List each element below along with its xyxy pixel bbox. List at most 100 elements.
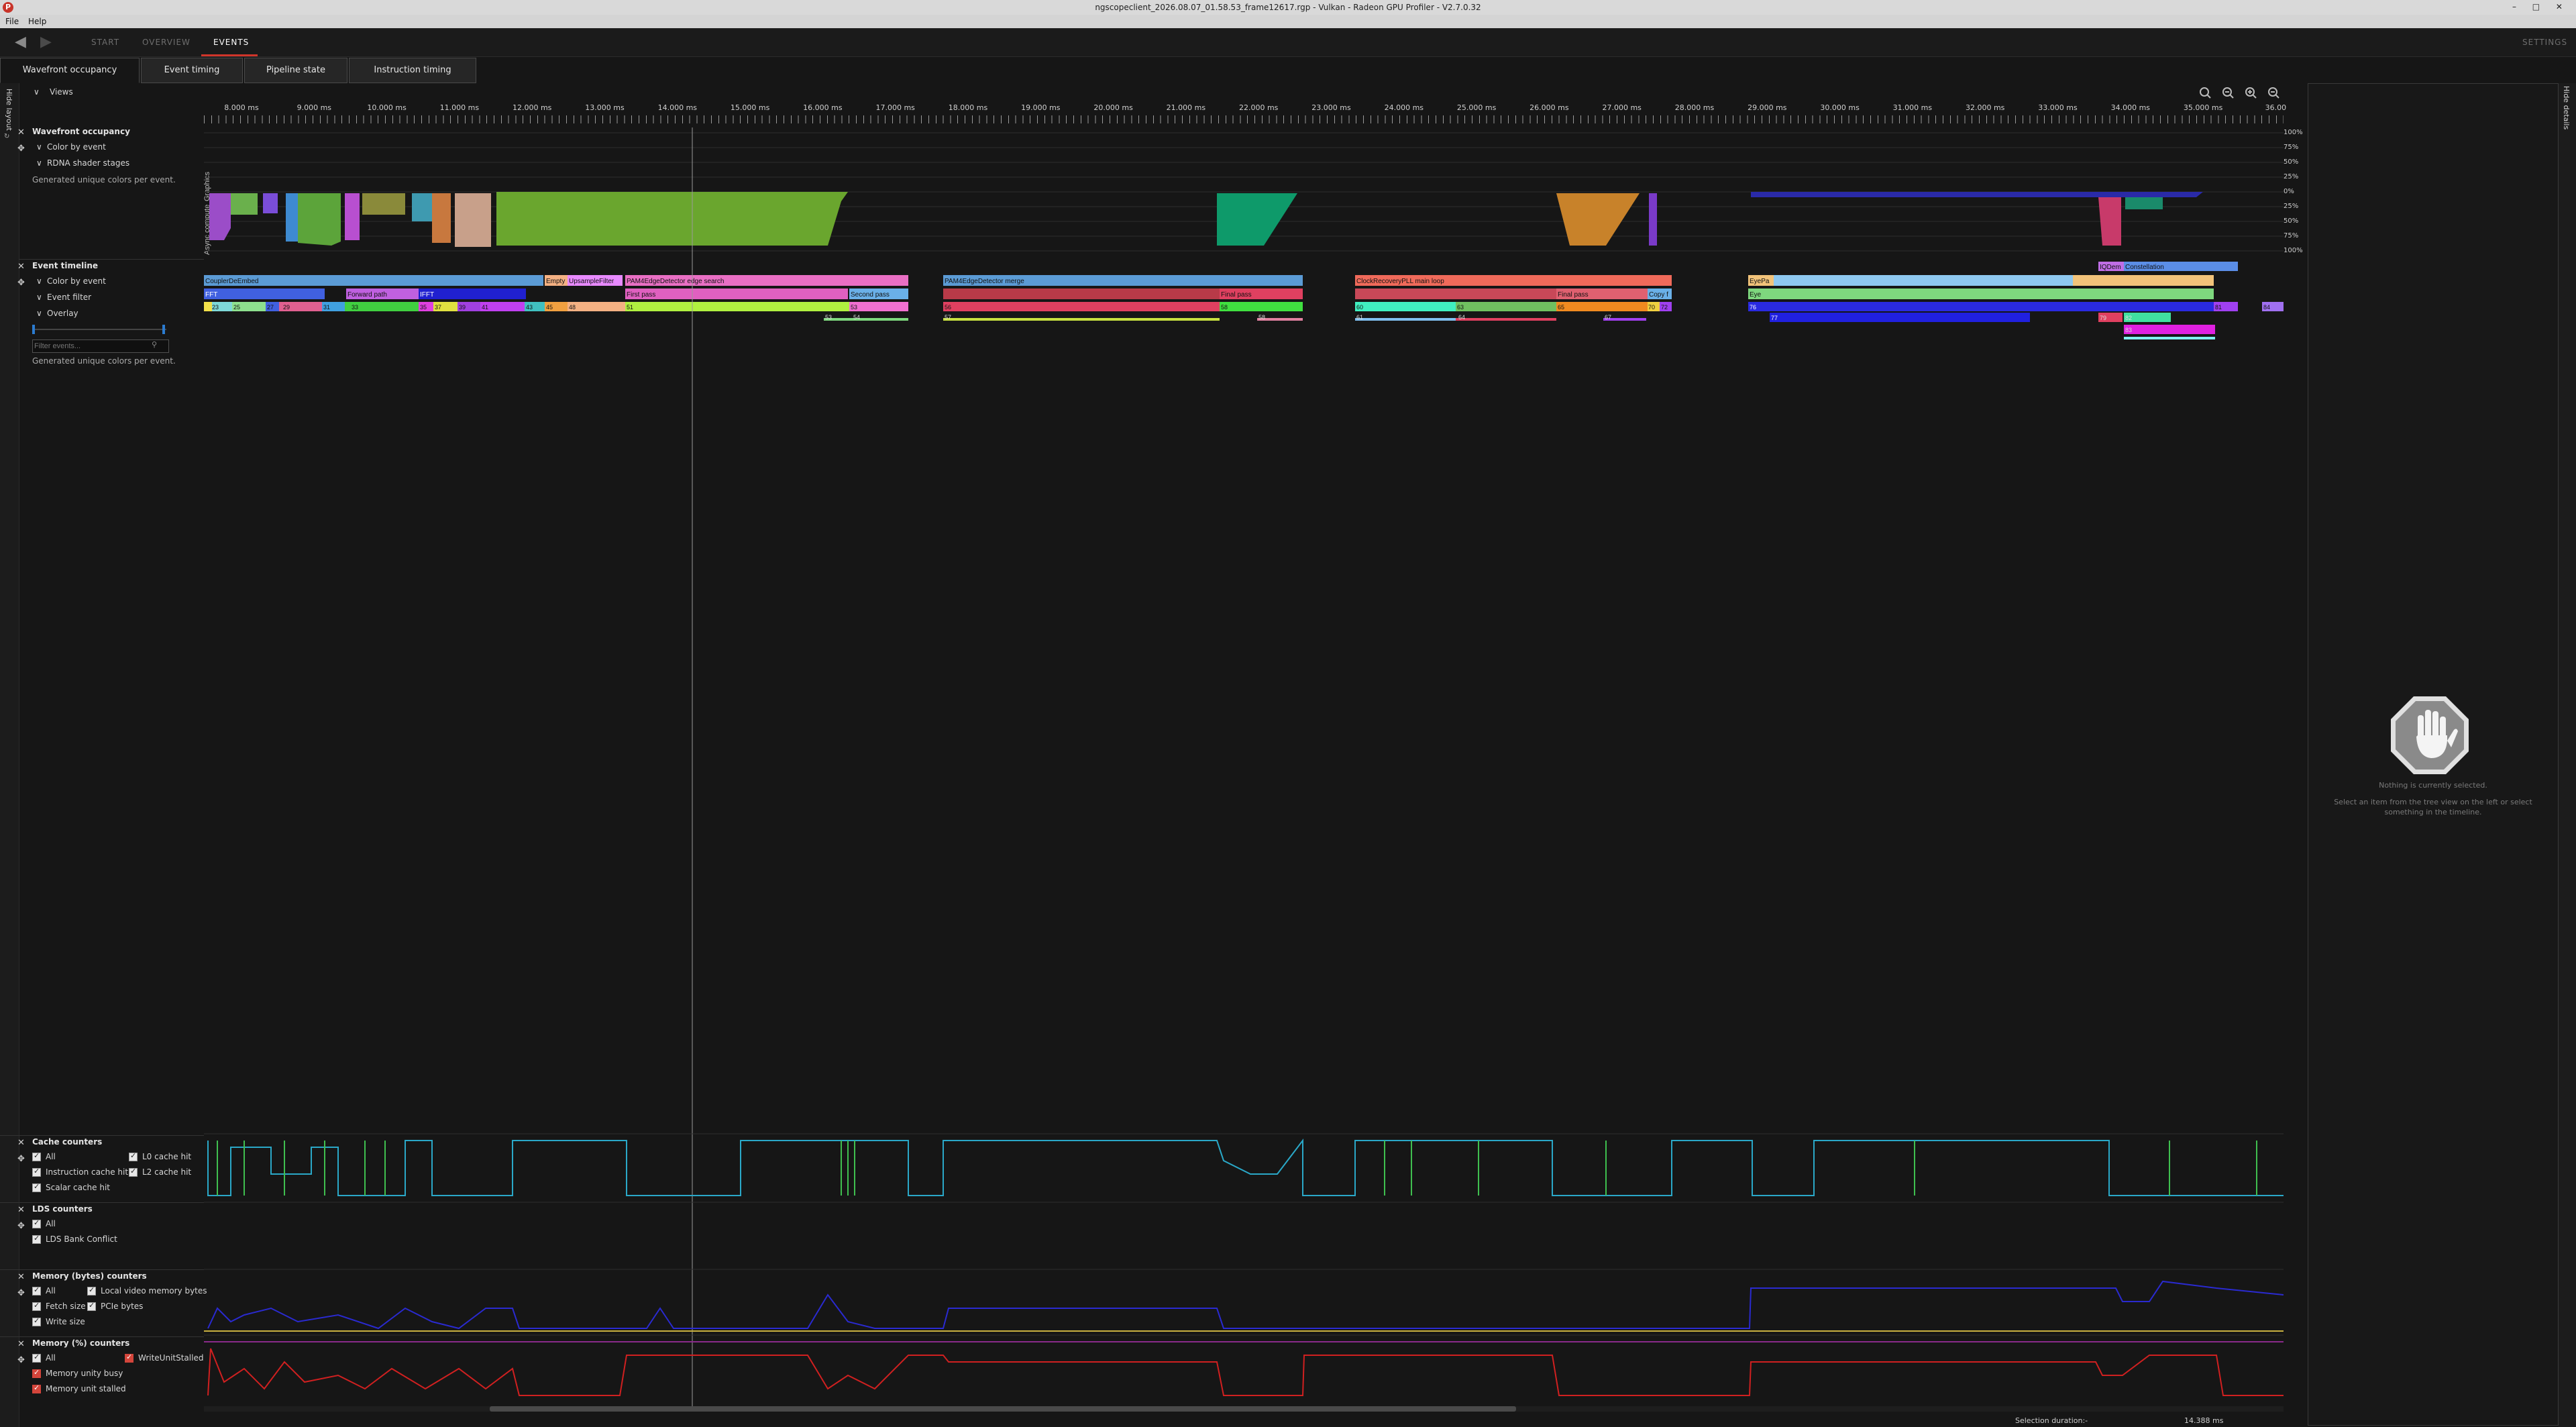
close-icon[interactable]: ✕	[17, 127, 25, 138]
sub-dispatch[interactable]	[943, 318, 1220, 321]
slider-handle-right[interactable]	[162, 325, 165, 334]
move-icon[interactable]: ✥	[17, 1221, 25, 1231]
checkbox-mem-all[interactable]	[32, 1285, 41, 1296]
sub-dispatch[interactable]	[2124, 325, 2215, 334]
zoom-in-icon[interactable]	[2245, 87, 2257, 99]
event-filter-slider[interactable]	[32, 325, 166, 334]
color-by-event-option[interactable]: Color by event	[47, 276, 106, 286]
checkbox-mempct-all[interactable]	[32, 1353, 41, 1363]
sub-dispatch[interactable]	[824, 318, 908, 321]
time-ruler[interactable]: 8.000 ms 9.000 ms 10.000 ms 11.000 ms 12.000…	[204, 101, 2286, 127]
views-label[interactable]: Views	[50, 87, 73, 97]
sub-dispatch[interactable]	[2124, 337, 2215, 339]
mem-all-label[interactable]: All	[46, 1286, 56, 1296]
event-timeline[interactable]: CouplerDeEmbed Empty UpsampleFilter PAM4…	[204, 262, 2284, 339]
tab-start[interactable]: START	[91, 38, 119, 47]
chevron-down-icon[interactable]: ∨	[36, 293, 42, 302]
close-icon[interactable]: ✕	[17, 1339, 25, 1349]
checkbox-l0-cache-hit[interactable]	[129, 1151, 138, 1161]
close-icon[interactable]: ✕	[17, 262, 25, 272]
color-by-event-option[interactable]: Color by event	[47, 142, 106, 152]
scrollbar-thumb[interactable]	[490, 1406, 1516, 1412]
checkbox-write-size[interactable]	[32, 1316, 41, 1326]
checkbox-l2-cache-hit[interactable]	[129, 1167, 138, 1177]
filter-events-input[interactable]	[32, 339, 169, 353]
dispatch-block[interactable]	[849, 302, 908, 311]
move-icon[interactable]: ✥	[17, 1288, 25, 1298]
dispatch-block[interactable]	[1220, 302, 1303, 311]
dispatch-block[interactable]	[1355, 302, 1456, 311]
event-filter-option[interactable]: Event filter	[47, 293, 91, 302]
move-icon[interactable]: ✥	[17, 144, 25, 154]
hide-layout-strip[interactable]: Hide layout ↻	[0, 83, 19, 1427]
zoom-out-icon[interactable]	[2268, 87, 2279, 99]
forward-arrow-icon[interactable]: ▶	[40, 34, 52, 50]
zoom-reset-icon[interactable]	[2222, 87, 2234, 99]
close-icon[interactable]: ✕	[17, 1138, 25, 1148]
write-unit-stalled-label[interactable]: WriteUnitStalled	[138, 1353, 203, 1363]
dispatch-block[interactable]	[568, 302, 625, 311]
overlay-option[interactable]: Overlay	[47, 309, 78, 318]
back-arrow-icon[interactable]: ◀	[15, 34, 26, 50]
chevron-down-icon[interactable]: ∨	[36, 276, 42, 286]
memory-bytes-graph[interactable]	[204, 1280, 2284, 1332]
move-icon[interactable]: ✥	[17, 278, 25, 288]
slider-handle-left[interactable]	[32, 325, 35, 334]
dispatch-row[interactable]	[204, 302, 2284, 311]
dispatch-block[interactable]	[943, 302, 1220, 311]
checkbox-fetch-size[interactable]	[32, 1301, 41, 1311]
menu-help[interactable]: Help	[28, 17, 46, 26]
checkbox-scalar-cache-hit[interactable]	[32, 1182, 41, 1192]
subtab-event-timing[interactable]: Event timing	[141, 58, 243, 83]
refresh-icon[interactable]: ↻	[4, 133, 9, 140]
window-controls[interactable]: – □ ✕	[2512, 2, 2569, 11]
checkbox-local-video-memory-bytes[interactable]	[87, 1285, 96, 1296]
scalar-cache-hit-label[interactable]: Scalar cache hit	[46, 1183, 110, 1192]
move-icon[interactable]: ✥	[17, 1154, 25, 1164]
rdna-shader-stages-option[interactable]: RDNA shader stages	[47, 158, 129, 168]
dispatch-block[interactable]	[625, 302, 849, 311]
dispatch-block[interactable]	[1456, 302, 1556, 311]
fetch-size-label[interactable]: Fetch size	[46, 1302, 86, 1311]
l0-cache-hit-label[interactable]: L0 cache hit	[142, 1152, 191, 1161]
event-bar-ifft[interactable]	[419, 288, 526, 299]
chevron-down-icon[interactable]: ∨	[36, 158, 42, 168]
event-bar-fft[interactable]	[204, 288, 325, 299]
local-video-memory-bytes-label[interactable]: Local video memory bytes	[101, 1286, 207, 1296]
zoom-to-selection-icon[interactable]	[2200, 87, 2211, 99]
checkbox-write-unit-stalled[interactable]	[125, 1353, 133, 1363]
dispatch-block[interactable]	[1748, 302, 2214, 311]
hide-layout-label[interactable]: Hide layout	[5, 89, 13, 131]
checkbox-all[interactable]	[32, 1151, 41, 1161]
cache-counter-graph[interactable]	[207, 1139, 2284, 1196]
close-icon[interactable]: ✕	[17, 1205, 25, 1215]
memory-pct-graph[interactable]	[204, 1341, 2284, 1396]
checkbox-memory-unit-stalled[interactable]	[32, 1383, 41, 1393]
sub-dispatch[interactable]	[1456, 318, 1556, 321]
timeline-scrollbar[interactable]	[204, 1406, 2284, 1412]
hide-details-strip[interactable]: Hide details	[2559, 83, 2576, 1427]
memory-unity-busy-label[interactable]: Memory unity busy	[46, 1369, 123, 1378]
tab-overview[interactable]: OVERVIEW	[142, 38, 191, 47]
checkbox-instruction-cache-hit[interactable]	[32, 1167, 41, 1177]
tab-events[interactable]: EVENTS	[213, 38, 249, 47]
checkbox-memory-unity-busy[interactable]	[32, 1368, 41, 1378]
tab-settings[interactable]: SETTINGS	[2522, 38, 2567, 47]
menu-file[interactable]: File	[5, 17, 19, 26]
subtab-instruction-timing[interactable]: Instruction timing	[349, 58, 476, 83]
checkbox-lds-all[interactable]	[32, 1218, 41, 1228]
subtab-wavefront-occupancy[interactable]: Wavefront occupancy	[0, 58, 140, 83]
write-size-label[interactable]: Write size	[46, 1317, 85, 1326]
cache-all-label[interactable]: All	[46, 1152, 56, 1161]
sub-dispatch[interactable]	[1770, 313, 2030, 322]
instruction-cache-hit-label[interactable]: Instruction cache hit	[46, 1167, 128, 1177]
move-icon[interactable]: ✥	[17, 1355, 25, 1365]
chevron-down-icon[interactable]: ∨	[36, 309, 42, 318]
l2-cache-hit-label[interactable]: L2 cache hit	[142, 1167, 191, 1177]
sub-dispatch[interactable]	[1355, 318, 1456, 321]
subtab-pipeline-state[interactable]: Pipeline state	[244, 58, 347, 83]
chevron-down-icon[interactable]: ∨	[36, 142, 42, 152]
memory-unit-stalled-label[interactable]: Memory unit stalled	[46, 1384, 126, 1393]
lds-bank-conflict-label[interactable]: LDS Bank Conflict	[46, 1234, 117, 1244]
lds-all-label[interactable]: All	[46, 1219, 56, 1228]
